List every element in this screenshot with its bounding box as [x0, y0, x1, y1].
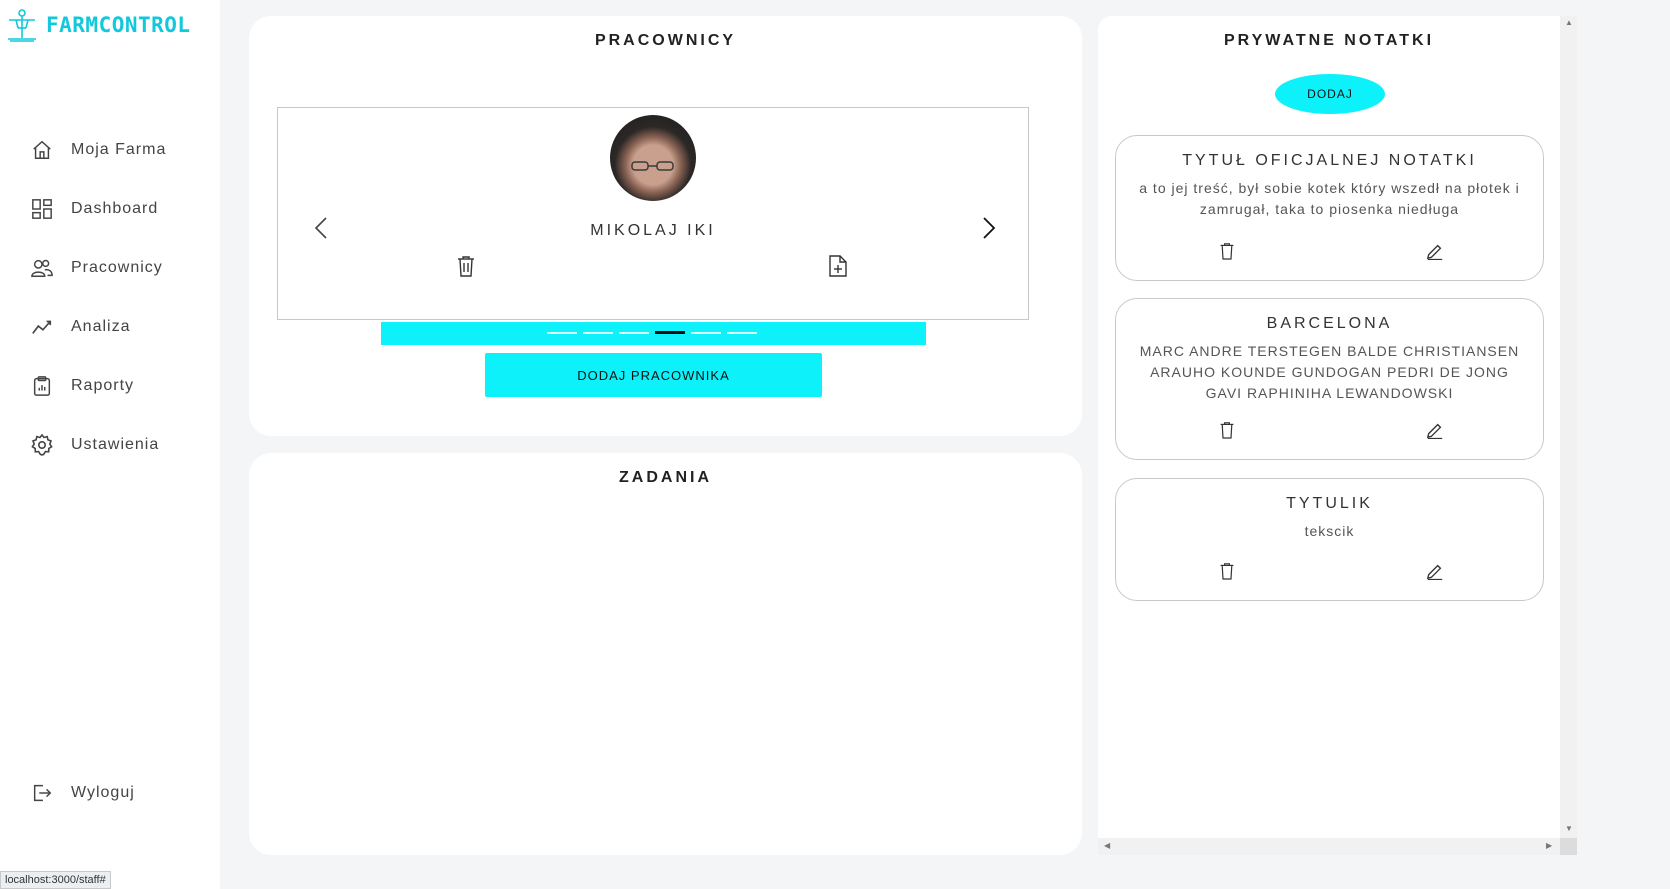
- glasses-graphic: [631, 161, 674, 171]
- notes-title: PRYWATNE NOTATKI: [1223, 32, 1435, 49]
- carousel-indicator[interactable]: [691, 332, 721, 334]
- note-card: TYTUŁ OFICJALNEJ NOTATKI a to jej treść,…: [1115, 135, 1544, 281]
- logo-text: FARMCONTROL: [46, 13, 191, 37]
- staff-card: PRACOWNICY MIKOLAJ IKI DODAJ PRACOWNIKA: [249, 16, 1082, 436]
- status-bar-url: localhost:3000/staff#: [0, 871, 111, 889]
- notes-vertical-scrollbar[interactable]: ▲ ▼: [1560, 16, 1577, 838]
- gear-icon: [30, 433, 54, 457]
- carousel-indicator[interactable]: [547, 332, 577, 334]
- trash-icon: [458, 256, 474, 277]
- tasks-title: ZADANIA: [619, 469, 712, 486]
- dashboard-icon: [30, 197, 54, 221]
- note-title: TYTULIK: [1286, 495, 1373, 512]
- sidebar-item-label: Moja Farma: [71, 140, 167, 158]
- carousel-indicators: [381, 322, 926, 345]
- carousel-indicator[interactable]: [583, 332, 613, 334]
- sidebar-item-label: Ustawienia: [71, 435, 160, 453]
- carousel-prev-button[interactable]: [312, 216, 332, 240]
- edit-note-button[interactable]: [1426, 242, 1444, 261]
- pencil-icon: [1426, 244, 1443, 261]
- trash-icon: [1220, 422, 1234, 439]
- note-actions: [1116, 562, 1543, 582]
- sidebar-item-label: Dashboard: [71, 199, 159, 217]
- note-body: tekscik: [1304, 523, 1355, 539]
- note-title: TYTUŁ OFICJALNEJ NOTATKI: [1182, 152, 1477, 169]
- note-card: TYTULIK tekscik: [1115, 478, 1544, 601]
- trash-icon: [1220, 563, 1234, 580]
- worker-carousel: MIKOLAJ IKI: [277, 107, 1029, 320]
- sidebar-item-analiza[interactable]: Analiza: [0, 297, 220, 356]
- worker-avatar: [610, 115, 696, 201]
- scroll-up-icon[interactable]: ▲: [1565, 18, 1573, 27]
- sidebar-item-dashboard[interactable]: Dashboard: [0, 179, 220, 238]
- sidebar-item-label: Analiza: [71, 317, 131, 335]
- carousel-indicator[interactable]: [727, 332, 757, 334]
- note-card: BARCELONA MARC ANDRE TERSTEGEN BALDE CHR…: [1115, 298, 1544, 460]
- scroll-down-icon[interactable]: ▼: [1565, 824, 1573, 833]
- logout-button[interactable]: Wyloguj: [0, 763, 220, 822]
- logout: Wyloguj: [0, 763, 220, 822]
- delete-worker-button[interactable]: [456, 255, 478, 279]
- chevron-left-icon: [314, 217, 327, 239]
- sidebar-item-label: Pracownicy: [71, 258, 163, 276]
- file-plus-icon: [829, 255, 847, 277]
- delete-note-button[interactable]: [1219, 421, 1237, 439]
- tasks-card: ZADANIA: [249, 453, 1082, 855]
- worker-report-button[interactable]: [828, 255, 850, 279]
- notes-panel: PRYWATNE NOTATKI DODAJ TYTUŁ OFICJALNEJ …: [1098, 16, 1560, 854]
- note-body: MARC ANDRE TERSTEGEN BALDE CHRISTIANSEN …: [1139, 343, 1520, 401]
- add-note-button[interactable]: DODAJ: [1275, 74, 1385, 114]
- app-logo[interactable]: FARMCONTROL: [6, 8, 191, 42]
- scarecrow-logo-icon: [8, 9, 36, 42]
- sidebar: FARMCONTROL Moja Farma Dashboard Pracown…: [0, 0, 220, 889]
- carousel-indicator-active[interactable]: [655, 331, 685, 334]
- sidebar-item-label: Raporty: [71, 376, 135, 394]
- sidebar-nav: Moja Farma Dashboard Pracownicy Analiza …: [0, 120, 220, 474]
- sidebar-item-pracownicy[interactable]: Pracownicy: [0, 238, 220, 297]
- scrollbar-corner: [1560, 838, 1577, 855]
- delete-note-button[interactable]: [1219, 562, 1237, 580]
- add-worker-button[interactable]: DODAJ PRACOWNIKA: [485, 353, 822, 397]
- pencil-icon: [1426, 423, 1443, 440]
- sidebar-item-moja-farma[interactable]: Moja Farma: [0, 120, 220, 179]
- chart-line-icon: [30, 315, 54, 339]
- staff-title: PRACOWNICY: [594, 32, 737, 49]
- chevron-right-icon: [983, 217, 996, 239]
- logout-icon: [30, 781, 54, 805]
- trash-icon: [1220, 243, 1234, 260]
- worker-name: MIKOLAJ IKI: [590, 222, 716, 239]
- users-icon: [30, 256, 54, 280]
- edit-note-button[interactable]: [1426, 562, 1444, 581]
- pencil-icon: [1426, 564, 1443, 581]
- logout-label: Wyloguj: [71, 783, 135, 801]
- delete-note-button[interactable]: [1219, 242, 1237, 260]
- note-body: a to jej treść, był sobie kotek który ws…: [1139, 180, 1520, 217]
- clipboard-icon: [30, 374, 54, 398]
- edit-note-button[interactable]: [1426, 421, 1444, 440]
- sidebar-item-ustawienia[interactable]: Ustawienia: [0, 415, 220, 474]
- scroll-right-icon[interactable]: ▶: [1546, 841, 1552, 850]
- sidebar-item-raporty[interactable]: Raporty: [0, 356, 220, 415]
- scroll-left-icon[interactable]: ◀: [1104, 841, 1110, 850]
- home-icon: [30, 138, 54, 162]
- notes-horizontal-scrollbar[interactable]: ◀ ▶: [1098, 838, 1560, 855]
- carousel-indicator[interactable]: [619, 332, 649, 334]
- note-title: BARCELONA: [1266, 315, 1393, 332]
- note-actions: [1116, 242, 1543, 262]
- note-actions: [1116, 421, 1543, 441]
- carousel-next-button[interactable]: [978, 216, 998, 240]
